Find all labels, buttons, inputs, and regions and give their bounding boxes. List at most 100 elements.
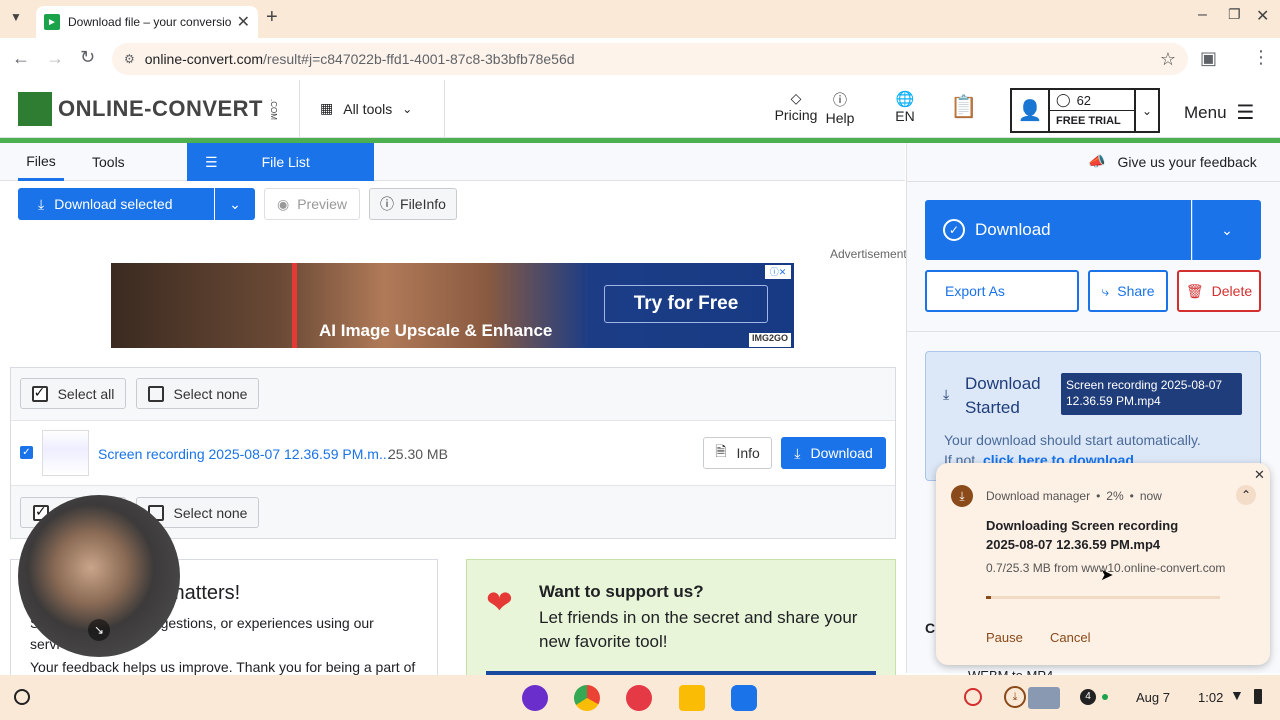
taskbar: ⤓ 4 Aug 7 1:02 ▼ bbox=[0, 675, 1280, 720]
stop-recording-icon[interactable] bbox=[964, 688, 982, 706]
right-divider bbox=[906, 331, 1280, 332]
chevron-down-icon: ⌄ bbox=[1221, 221, 1233, 238]
tab-tools[interactable]: Tools bbox=[92, 143, 125, 181]
account-chevron-icon[interactable]: ⌄ bbox=[1136, 90, 1158, 131]
launcher-icon[interactable] bbox=[14, 689, 30, 705]
file-size: 25.30 MB bbox=[388, 446, 448, 462]
file-tabs-bar: Files Tools ☰ File List bbox=[0, 143, 905, 181]
wifi-icon[interactable]: ▼ bbox=[1230, 687, 1244, 703]
new-tab-icon[interactable]: + bbox=[266, 6, 278, 29]
file-name-link[interactable]: Screen recording 2025-08-07 12.36.59 PM.… bbox=[98, 446, 391, 462]
select-none-label: Select none bbox=[173, 385, 248, 402]
select-all-label: Select all bbox=[57, 385, 115, 402]
download-selected-button[interactable]: ⤓ Download selected bbox=[18, 188, 214, 220]
main-download-button[interactable]: ✓ Download bbox=[925, 200, 1191, 260]
tray-thumbnail[interactable] bbox=[1028, 687, 1060, 709]
date-label[interactable]: Aug 7 bbox=[1136, 690, 1170, 705]
logo-suffix: .COM bbox=[269, 98, 278, 120]
right-divider bbox=[906, 181, 1280, 182]
reload-icon[interactable]: ↻ bbox=[80, 47, 95, 68]
notification-count-badge[interactable]: 4 bbox=[1080, 689, 1096, 705]
tab-search-chevron-icon[interactable]: ▼ bbox=[10, 10, 22, 24]
download-tray-icon[interactable]: ⤓ bbox=[1004, 686, 1026, 708]
mouse-cursor-icon: ➤ bbox=[1100, 567, 1114, 584]
close-tab-icon[interactable]: ✕ bbox=[237, 12, 250, 32]
tab-files[interactable]: Files bbox=[18, 143, 64, 181]
forward-icon[interactable]: → bbox=[46, 48, 64, 69]
trash-icon: 🗑 bbox=[1185, 282, 1204, 299]
download-options-button[interactable]: ⌄ bbox=[215, 188, 255, 220]
auto-download-text: Your download should start automatically… bbox=[944, 432, 1201, 448]
select-all-button[interactable]: Select all bbox=[20, 378, 126, 409]
document-info-icon: 🗎 bbox=[715, 443, 727, 459]
tag-icon: ◇ bbox=[790, 90, 802, 106]
all-tools-label: All tools bbox=[343, 100, 393, 117]
menu-button[interactable]: Menu ☰ bbox=[1184, 100, 1254, 125]
ad-banner[interactable]: AI Image Upscale & Enhance Try for Free … bbox=[111, 263, 794, 348]
main-download-label: Download bbox=[975, 220, 1051, 239]
extensions-icon[interactable]: ▣ bbox=[1200, 48, 1217, 69]
keep-icon[interactable] bbox=[679, 685, 705, 711]
notification-close-icon[interactable]: ✕ bbox=[1254, 467, 1265, 483]
close-window-icon[interactable]: ✕ bbox=[1256, 6, 1269, 26]
browser-tab[interactable]: ► Download file – your conversio ✕ bbox=[36, 6, 258, 38]
site-info-icon[interactable]: ⚙ bbox=[124, 52, 135, 66]
tab-file-list[interactable]: ☰ File List bbox=[187, 143, 374, 181]
minimize-icon[interactable]: – bbox=[1198, 6, 1207, 24]
feedback-link[interactable]: 📣 Give us your feedback bbox=[1088, 153, 1257, 170]
minimize-video-icon[interactable]: ↘ bbox=[88, 619, 110, 641]
preview-button[interactable]: ◉ Preview bbox=[264, 188, 360, 220]
checkbox-empty-icon bbox=[147, 385, 164, 402]
check-circle-icon: ✓ bbox=[943, 219, 965, 241]
ad-cta-button[interactable]: Try for Free bbox=[604, 285, 768, 323]
maximize-icon[interactable]: ❐ bbox=[1228, 6, 1241, 23]
checkbox-checked-icon bbox=[31, 384, 48, 402]
time-label[interactable]: 1:02 bbox=[1198, 690, 1223, 705]
progress-fill bbox=[986, 596, 991, 599]
file-list-label: File List bbox=[261, 154, 310, 170]
app-icon-purple[interactable] bbox=[522, 685, 548, 711]
eye-icon: ◉ bbox=[276, 195, 290, 212]
file-info-button[interactable]: 🗎 Info bbox=[703, 437, 772, 469]
fileinfo-label: FileInfo bbox=[400, 196, 446, 212]
ad-info-icon[interactable]: ⓘ✕ bbox=[765, 265, 791, 279]
ad-headline: AI Image Upscale & Enhance bbox=[319, 321, 553, 340]
chrome-icon[interactable] bbox=[574, 685, 600, 711]
file-thumbnail[interactable] bbox=[42, 430, 89, 476]
help-link[interactable]: ⓘ Help bbox=[822, 90, 858, 126]
browser-menu-icon[interactable]: ⋮ bbox=[1252, 47, 1270, 68]
main-download-options-button[interactable]: ⌄ bbox=[1192, 200, 1261, 260]
account-box[interactable]: 👤 ◯ 62 FREE TRIAL ⌄ bbox=[1010, 88, 1160, 133]
support-title: Want to support us? bbox=[539, 582, 704, 601]
dot-separator: • bbox=[1129, 489, 1134, 503]
hamburger-icon: ☰ bbox=[1236, 102, 1255, 124]
share-button[interactable]: ⤷ Share bbox=[1088, 270, 1168, 312]
battery-icon[interactable] bbox=[1254, 689, 1262, 704]
bookmark-star-icon[interactable]: ☆ bbox=[1160, 49, 1176, 70]
header-divider bbox=[444, 80, 445, 138]
back-icon[interactable]: ← bbox=[12, 48, 30, 69]
address-bar[interactable]: ⚙ online-convert.com/result#j=c847022b-f… bbox=[112, 43, 1188, 75]
delete-button[interactable]: 🗑 Delete bbox=[1177, 270, 1261, 312]
advertisement-label: Advertisement bbox=[830, 247, 906, 261]
cancel-button[interactable]: Cancel bbox=[1050, 630, 1090, 645]
collapse-chevron-icon[interactable]: ⌃ bbox=[1236, 485, 1256, 505]
all-tools-button[interactable]: ▦ All tools ⌄ bbox=[320, 100, 412, 117]
webcam-overlay[interactable]: ↘ bbox=[18, 495, 180, 657]
fileinfo-button[interactable]: ⓘ FileInfo bbox=[369, 188, 457, 220]
feedback-line-3: Your feedback helps us improve. Thank yo… bbox=[30, 659, 416, 675]
list-icon: ☰ bbox=[205, 153, 218, 170]
pause-button[interactable]: Pause bbox=[986, 630, 1023, 645]
select-none-label: Select none bbox=[173, 504, 248, 521]
pricing-link[interactable]: ◇ Pricing bbox=[774, 90, 818, 123]
app-icon-red[interactable] bbox=[626, 685, 652, 711]
history-icon[interactable]: 📋 bbox=[950, 94, 977, 120]
file-checkbox[interactable]: ✓ bbox=[20, 446, 33, 459]
file-download-button[interactable]: ⤓ Download bbox=[781, 437, 886, 469]
url-path: /result#j=c847022b-ffd1-4001-87c8-3b3bfb… bbox=[263, 51, 575, 67]
site-logo[interactable]: ONLINE-CONVERT .COM bbox=[18, 92, 278, 126]
files-icon[interactable] bbox=[731, 685, 757, 711]
select-none-button[interactable]: Select none bbox=[136, 378, 259, 409]
export-as-button[interactable]: Export As bbox=[925, 270, 1079, 312]
language-selector[interactable]: 🌐 EN bbox=[892, 90, 918, 124]
